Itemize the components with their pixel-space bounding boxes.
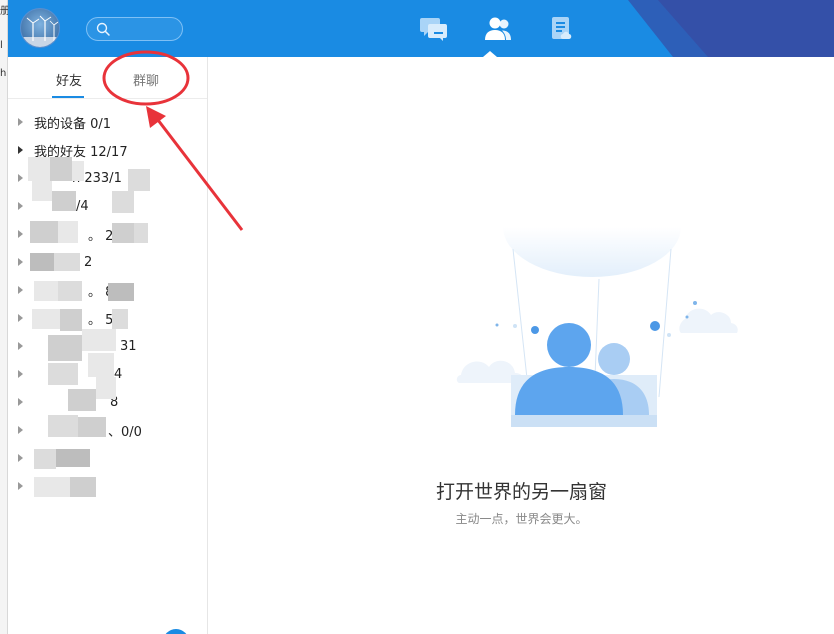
expand-arrow-icon xyxy=(18,314,23,322)
active-tab-underline xyxy=(52,96,84,98)
expand-arrow-icon xyxy=(18,258,23,266)
expand-arrow-icon xyxy=(18,454,23,462)
bottom-action-button[interactable] xyxy=(163,629,189,634)
balloon-illustration-icon xyxy=(456,227,738,427)
expand-arrow-icon xyxy=(18,118,23,126)
expand-arrow-icon xyxy=(18,398,23,406)
chat-bubbles-icon[interactable] xyxy=(419,14,449,44)
expand-arrow-icon xyxy=(18,370,23,378)
contacts-icon[interactable] xyxy=(483,14,513,44)
group-label: 2 xyxy=(84,254,93,270)
expand-arrow-icon xyxy=(18,286,23,294)
group-label: 。 2 xyxy=(88,228,114,244)
group-row[interactable]: 、0/0 xyxy=(8,416,207,444)
empty-state-title: 打开世界的另一扇窗 xyxy=(435,481,607,503)
windmill-avatar-icon xyxy=(21,15,59,47)
contacts-panel: 好友 群聊 我的设备 0/1 我的好友 12/17 n 233/1 /4 。 2… xyxy=(8,57,208,634)
main-content: 打开世界的另一扇窗 主动一点，世界会更大。 xyxy=(209,57,834,634)
expand-arrow-icon xyxy=(18,482,23,490)
group-label: 、0/0 xyxy=(108,424,142,440)
background-window-edge: 册 l h xyxy=(0,0,8,634)
group-label: /4 xyxy=(76,198,89,214)
group-label: 我的设备 0/1 xyxy=(34,116,112,132)
empty-state-subtitle: 主动一点，世界会更大。 xyxy=(455,512,588,526)
contacts-tabs: 好友 群聊 xyxy=(8,57,207,99)
expand-arrow-icon xyxy=(18,174,23,182)
tab-friends[interactable]: 好友 xyxy=(56,70,82,89)
expand-arrow-icon xyxy=(18,230,23,238)
document-icon[interactable] xyxy=(547,14,577,44)
group-label: 31 xyxy=(120,338,137,354)
edge-char: h xyxy=(0,68,7,79)
edge-char: 册 xyxy=(0,6,8,17)
edge-char: l xyxy=(0,40,3,51)
app-header xyxy=(8,0,834,57)
expand-arrow-icon xyxy=(18,146,23,154)
expand-arrow-icon xyxy=(18,202,23,210)
expand-arrow-icon xyxy=(18,426,23,434)
expand-arrow-icon xyxy=(18,342,23,350)
avatar[interactable] xyxy=(20,8,60,48)
search-box[interactable] xyxy=(86,17,183,41)
group-row-my-devices[interactable]: 我的设备 0/1 xyxy=(8,108,207,136)
search-icon xyxy=(96,22,110,36)
tab-groups[interactable]: 群聊 xyxy=(133,70,159,89)
